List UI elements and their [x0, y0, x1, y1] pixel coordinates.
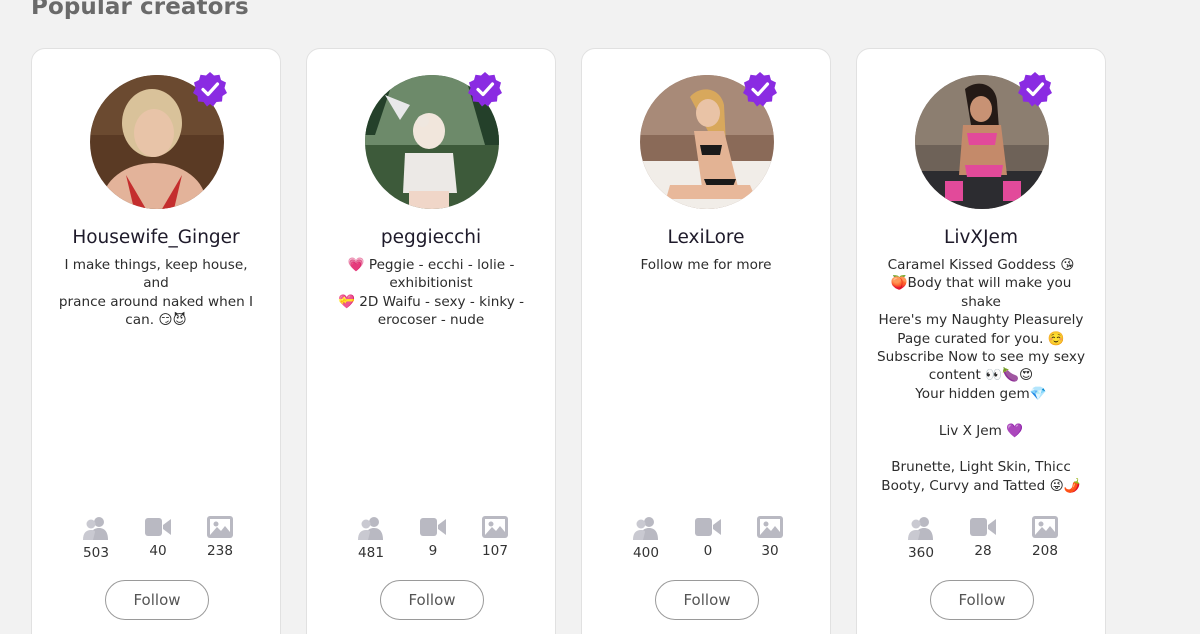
creator-bio: Caramel Kissed Goddess 😘 🍑Body that will… [875, 256, 1087, 495]
subscribers-stat: 360 [891, 516, 951, 561]
creator-card[interactable]: Housewife_Ginger I make things, keep hou… [31, 48, 281, 634]
subscribers-stat: 503 [66, 516, 126, 561]
photo-icon [207, 516, 233, 538]
bio-line: Follow me for more [640, 257, 772, 273]
photos-count: 107 [482, 543, 508, 559]
video-camera-icon [695, 518, 721, 536]
creator-username[interactable]: LexiLore [582, 227, 830, 248]
creator-stats: 481 9 107 [341, 516, 525, 566]
bio-line: Subscribe Now to see my sexy [876, 349, 1086, 366]
bio-line: 🍑Body that will make you [890, 275, 1072, 292]
avatar-container[interactable] [365, 72, 502, 209]
avatar-container[interactable] [90, 72, 227, 209]
videos-stat: 40 [128, 516, 188, 559]
bio-line: Booty, Curvy and Tatted 😜🌶️ [881, 477, 1081, 494]
follow-button[interactable]: Follow [380, 580, 484, 620]
photo-icon [1032, 516, 1058, 538]
bio-line: 💗 Peggie - ecchi - lolie - [347, 257, 515, 273]
verified-badge-icon [1017, 71, 1053, 107]
video-camera-icon [970, 518, 996, 536]
creator-username[interactable]: Housewife_Ginger [32, 227, 280, 248]
follow-button[interactable]: Follow [105, 580, 209, 620]
bio-line: I make things, keep house, and [64, 257, 248, 292]
photos-stat: 238 [190, 516, 250, 559]
subscribers-count: 400 [633, 545, 659, 561]
photos-count: 208 [1032, 543, 1058, 559]
bio-line: Brunette, Light Skin, Thicc [891, 459, 1071, 476]
subscribers-count: 503 [83, 545, 109, 561]
bio-line: exhibitionist [389, 275, 473, 292]
videos-stat: 0 [678, 516, 738, 559]
creator-bio: Follow me for more [600, 256, 812, 274]
follow-button[interactable]: Follow [930, 580, 1034, 620]
photo-icon [757, 516, 783, 538]
creator-stats: 360 28 208 [891, 516, 1075, 566]
video-camera-icon [420, 518, 446, 536]
creator-card[interactable]: LexiLore Follow me for more 400 0 30 Fol… [581, 48, 831, 634]
bio-line [875, 403, 1087, 421]
bio-line: 💝 2D Waifu - sexy - kinky - [337, 293, 525, 310]
photos-count: 238 [207, 543, 233, 559]
videos-count: 9 [428, 543, 438, 559]
photos-count: 30 [761, 543, 779, 559]
bio-line: content 👀🍆😍 [928, 367, 1034, 384]
creator-username[interactable]: peggiecchi [307, 227, 555, 248]
subscribers-icon [83, 517, 108, 540]
subscribers-count: 481 [358, 545, 384, 561]
subscribers-count: 360 [908, 545, 934, 561]
bio-line: Caramel Kissed Goddess 😘 [887, 257, 1075, 273]
bio-line: erocoser - nude [377, 312, 485, 329]
videos-count: 28 [974, 543, 992, 559]
verified-badge-icon [192, 71, 228, 107]
creator-card[interactable]: LivXJem Caramel Kissed Goddess 😘 🍑Body t… [856, 48, 1106, 634]
creator-username[interactable]: LivXJem [857, 227, 1105, 248]
creator-stats: 400 0 30 [616, 516, 800, 566]
videos-count: 40 [149, 543, 167, 559]
photo-icon [482, 516, 508, 538]
photos-stat: 208 [1015, 516, 1075, 559]
popular-creators-page: Popular creators Housewife_Ginger I make… [0, 0, 1200, 634]
bio-line: Liv X Jem 💜 [938, 422, 1024, 439]
videos-stat: 28 [953, 516, 1013, 559]
subscribers-icon [908, 517, 933, 540]
bio-line: Here's my Naughty Pleasurely [878, 312, 1084, 329]
bio-line: can. 😏😈 [125, 312, 187, 329]
avatar-container[interactable] [915, 72, 1052, 209]
creator-bio: I make things, keep house, and prance ar… [50, 256, 262, 330]
subscribers-stat: 481 [341, 516, 401, 561]
bio-line: shake [961, 293, 1001, 310]
bio-line [875, 440, 1087, 458]
photos-stat: 107 [465, 516, 525, 559]
videos-count: 0 [703, 543, 713, 559]
creator-card[interactable]: peggiecchi 💗 Peggie - ecchi - lolie - ex… [306, 48, 556, 634]
subscribers-stat: 400 [616, 516, 676, 561]
section-title: Popular creators [31, 0, 249, 20]
video-camera-icon [145, 518, 171, 536]
subscribers-icon [633, 517, 658, 540]
bio-line: Page curated for you. ☺️ [897, 330, 1065, 347]
photos-stat: 30 [740, 516, 800, 559]
avatar-container[interactable] [640, 72, 777, 209]
bio-line: Your hidden gem💎 [915, 385, 1047, 402]
creator-bio: 💗 Peggie - ecchi - lolie - exhibitionist… [325, 256, 537, 330]
verified-badge-icon [742, 71, 778, 107]
subscribers-icon [358, 517, 383, 540]
bio-line: prance around naked when I [58, 293, 254, 310]
verified-badge-icon [467, 71, 503, 107]
videos-stat: 9 [403, 516, 463, 559]
creator-stats: 503 40 238 [66, 516, 250, 566]
follow-button[interactable]: Follow [655, 580, 759, 620]
